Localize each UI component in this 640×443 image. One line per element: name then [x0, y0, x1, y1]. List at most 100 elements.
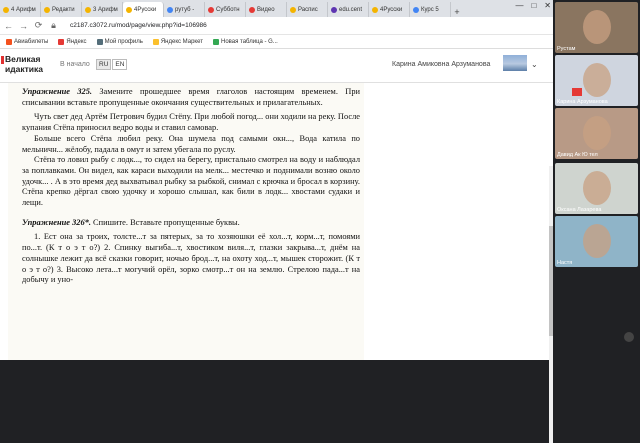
lock-icon[interactable]: 🔒︎ — [49, 20, 58, 31]
bookmark-label: Мой профиль — [104, 38, 143, 45]
paragraph-4: 1. Ест она за троих, толсте...т за пятер… — [22, 232, 360, 285]
browser-tab[interactable]: Редакти — [41, 2, 82, 17]
bookmark-label: Новая таблица - G... — [221, 38, 278, 45]
paragraph-3: Стёпа то ловил рыбу с лодк..., то сидел … — [22, 155, 360, 208]
alert-icon — [572, 88, 582, 96]
bookmark-icon — [6, 38, 12, 45]
tab-label: Субботн — [216, 6, 240, 13]
tab-favicon-icon — [413, 6, 419, 13]
textbook-page: Упражнение 325. Замените прошедшее время… — [8, 83, 364, 360]
browser-tab[interactable]: 4Русски — [123, 2, 164, 17]
logo-line2: идактика — [5, 64, 43, 74]
browser-tab[interactable]: 4Русски — [369, 2, 410, 17]
tab-label: Редакти — [52, 6, 75, 13]
bookmark-label: Яндекс — [66, 38, 87, 45]
participant-name: Карина Арзуманова — [557, 99, 608, 105]
tab-favicon-icon — [249, 6, 255, 13]
bookmark-icon — [152, 38, 159, 45]
tab-label: рутуб - — [175, 6, 195, 13]
participant-name: Настя — [557, 260, 573, 266]
exercise-326-task: Спишите. Вставьте пропущенные буквы. — [93, 217, 240, 227]
close-window-button[interactable]: ✕ — [544, 1, 551, 10]
browser-tab[interactable]: edu.cent — [328, 2, 369, 17]
tab-label: Видео — [257, 6, 275, 13]
bookmark-item[interactable]: Новая таблица - G... — [213, 38, 278, 45]
participant-name: Давид Ак Ю тел — [557, 152, 598, 158]
participant-face — [583, 10, 611, 44]
language-switch: RU EN — [96, 59, 128, 70]
browser-window: 4 Арифм Редакти 3 Арифм 4Русски рутуб - Суббо… — [0, 0, 553, 443]
participant-face — [583, 116, 611, 150]
participant-face — [583, 171, 611, 205]
new-tab-button[interactable]: + — [451, 7, 463, 17]
participant-video-tile[interactable]: Давид Ак Ю тел — [555, 108, 638, 159]
lang-ru-button[interactable]: RU — [96, 59, 112, 70]
site-logo[interactable]: Великая идактика — [1, 54, 43, 74]
tab-label: Распис — [298, 6, 318, 13]
participant-video-tile[interactable]: Рустам — [555, 2, 638, 53]
video-participants-panel: Рустам Карина Арзуманова Давид Ак Ю тел Окс… — [553, 0, 640, 360]
participant-video-tile[interactable]: Оксана Лазарева — [555, 163, 638, 214]
paragraph-1: Чуть свет дед Артём Петрович будил Стёпу… — [22, 112, 360, 133]
tab-favicon-icon — [85, 6, 91, 13]
exercise-326-title: Упражнение 326*. — [22, 217, 91, 227]
logo-line1: Великая — [5, 54, 41, 64]
bookmark-label: Яндекс Маркет — [160, 38, 203, 45]
window-controls: — □ ✕ — [515, 1, 551, 10]
tab-favicon-icon — [3, 6, 9, 13]
address-bar: ← → ⟳ 🔒︎ c2187.c3072.ru/mod/page/view.ph… — [0, 17, 553, 35]
browser-tab[interactable]: Субботн — [205, 2, 246, 17]
participant-name: Оксана Лазарева — [557, 207, 602, 213]
browser-tab[interactable]: рутуб - — [164, 2, 205, 17]
bookmark-item[interactable]: Яндекс Маркет — [152, 38, 203, 45]
forward-icon[interactable]: → — [19, 21, 28, 31]
browser-tab[interactable]: 3 Арифм — [82, 2, 123, 17]
panel-menu-button[interactable] — [624, 332, 634, 342]
exercise-325-title: Упражнение 325. — [22, 87, 92, 96]
bookmarks-bar: Авиабилеты Яндекс Мой профиль Яндекс Маркет… — [0, 35, 553, 49]
tab-label: 4 Арифм — [11, 6, 36, 13]
browser-tab[interactable]: Видео — [246, 2, 287, 17]
user-name[interactable]: Карина Амиковна Арзуманова — [392, 61, 490, 68]
tab-label: Курс 5 — [421, 6, 439, 13]
participant-video-tile[interactable]: Настя — [555, 216, 638, 267]
browser-tab[interactable]: 4 Арифм — [0, 2, 41, 17]
tab-favicon-icon — [290, 6, 296, 13]
paragraph-2: Больше всего Стёпа любил реку. Она шумел… — [22, 133, 360, 154]
tab-favicon-icon — [44, 6, 50, 13]
chevron-down-icon[interactable]: ⌄ — [531, 60, 538, 69]
tab-label: edu.cent — [339, 6, 363, 13]
tab-label: 4Русски — [134, 6, 157, 13]
url-field[interactable]: c2187.c3072.ru/mod/page/view.php?id=1069… — [70, 22, 207, 29]
bookmark-icon — [58, 38, 65, 45]
tab-favicon-icon — [126, 6, 132, 13]
bookmark-icon — [96, 38, 103, 45]
bookmark-item[interactable]: Мой профиль — [96, 38, 143, 45]
minimize-button[interactable]: — — [515, 1, 523, 10]
back-icon[interactable]: ← — [4, 21, 13, 31]
participant-name: Рустам — [557, 46, 576, 52]
browser-tab[interactable]: Распис — [287, 2, 328, 17]
bookmark-label: Авиабилеты — [14, 38, 49, 45]
tab-strip: 4 Арифм Редакти 3 Арифм 4Русски рутуб - Суббо… — [0, 0, 553, 17]
participant-face — [583, 63, 611, 97]
user-avatar[interactable] — [503, 55, 527, 71]
reload-icon[interactable]: ⟳ — [34, 20, 43, 31]
participant-face — [583, 224, 611, 258]
participant-video-tile[interactable]: Карина Арзуманова — [555, 55, 638, 106]
bookmark-item[interactable]: Авиабилеты — [6, 38, 49, 45]
bookmark-item[interactable]: Яндекс — [58, 38, 87, 45]
browser-tab[interactable]: Курс 5 — [410, 2, 451, 17]
tab-favicon-icon — [167, 6, 173, 13]
tab-favicon-icon — [208, 6, 214, 13]
site-header: Великая идактика В начало RU EN Карина А… — [0, 49, 553, 83]
tab-favicon-icon — [372, 6, 378, 13]
lang-en-button[interactable]: EN — [112, 59, 128, 70]
bookmark-icon — [213, 38, 219, 45]
logo-mark — [1, 56, 4, 64]
tab-label: 4Русски — [380, 6, 403, 13]
tab-favicon-icon — [331, 6, 337, 13]
maximize-button[interactable]: □ — [531, 1, 536, 10]
home-link[interactable]: В начало — [60, 61, 90, 68]
document-viewer: Упражнение 325. Замените прошедшее время… — [0, 83, 553, 443]
